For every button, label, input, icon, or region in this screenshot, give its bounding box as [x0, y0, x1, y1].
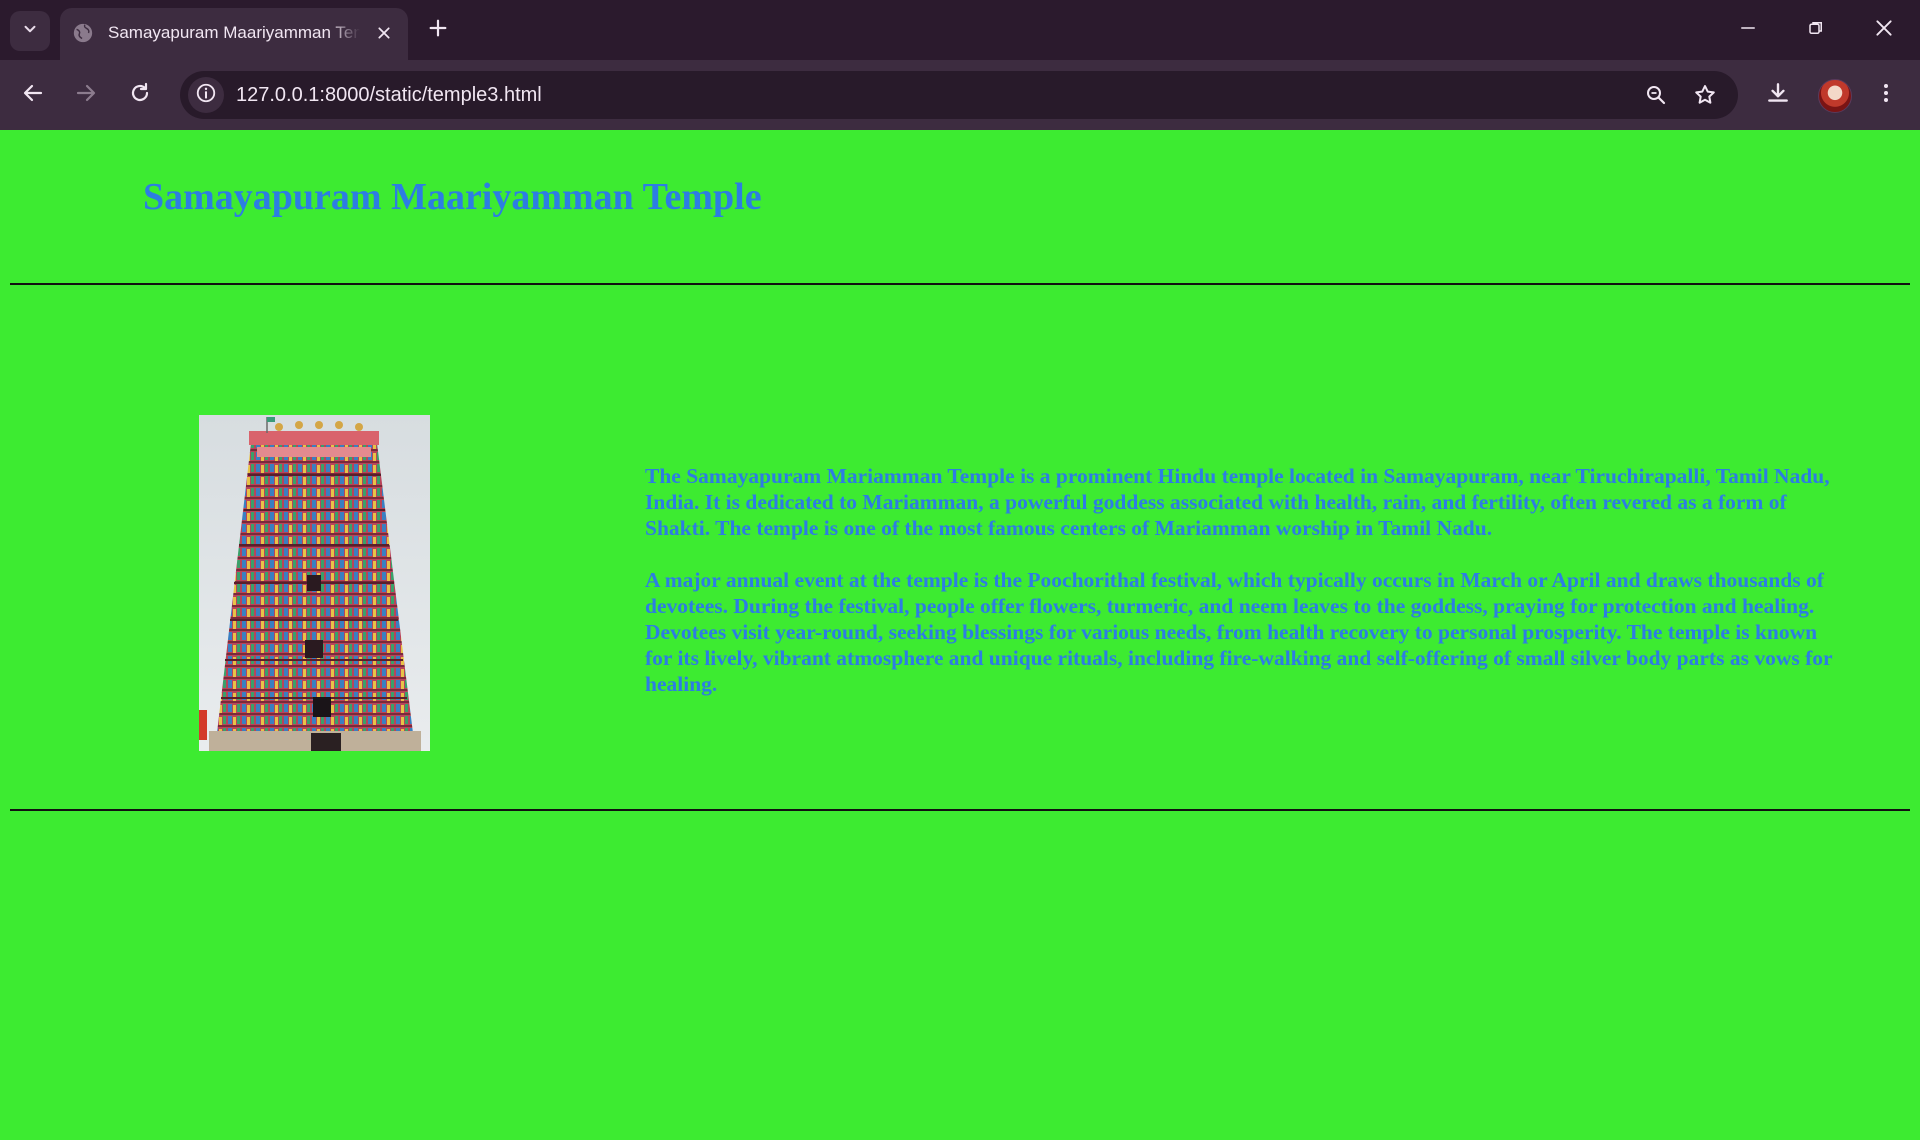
horizontal-divider-bottom [10, 809, 1910, 811]
tab-search-button[interactable] [10, 11, 50, 51]
zoom-icon[interactable] [1640, 79, 1672, 111]
bookmark-star-icon[interactable] [1689, 79, 1721, 111]
downloads-button[interactable] [1758, 75, 1798, 115]
horizontal-divider-top [10, 283, 1910, 285]
menu-icon [1874, 81, 1898, 110]
close-icon [1874, 18, 1894, 43]
browser-menu-button[interactable] [1866, 75, 1906, 115]
description-paragraph-2: A major annual event at the temple is th… [645, 568, 1833, 696]
page-title: Samayapuram Maariyamman Temple [143, 176, 762, 218]
reload-icon [128, 81, 152, 110]
description-paragraph-1: The Samayapuram Mariamman Temple is a pr… [645, 464, 1830, 540]
minimize-button[interactable] [1728, 10, 1768, 50]
reload-button[interactable] [120, 75, 160, 115]
info-icon [195, 82, 217, 109]
download-icon [1765, 80, 1791, 111]
browser-tab-active[interactable]: Samayapuram Maariyamman Temple [60, 8, 408, 60]
temple-description: The Samayapuram Mariamman Temple is a pr… [645, 463, 1845, 697]
temple-gopuram-image [199, 415, 430, 751]
url-text[interactable]: 127.0.0.1:8000/static/temple3.html [236, 82, 542, 108]
restore-button[interactable] [1796, 10, 1836, 50]
avatar[interactable] [1818, 79, 1852, 113]
address-bar[interactable]: 127.0.0.1:8000/static/temple3.html [180, 71, 1738, 119]
site-info-button[interactable] [188, 77, 224, 113]
browser-tab-strip: Samayapuram Maariyamman Temple [0, 0, 1920, 60]
restore-icon [1807, 19, 1825, 42]
minimize-icon [1739, 19, 1757, 42]
close-window-button[interactable] [1864, 10, 1904, 50]
new-tab-button[interactable] [424, 16, 452, 44]
back-icon [21, 81, 45, 110]
tab-title: Samayapuram Maariyamman Temple [108, 23, 360, 42]
chevron-down-icon [21, 20, 39, 43]
close-tab-icon[interactable] [372, 21, 396, 45]
browser-toolbar: 127.0.0.1:8000/static/temple3.html [0, 60, 1920, 130]
plus-icon [427, 17, 449, 44]
forward-icon [74, 81, 98, 110]
globe-icon [72, 22, 94, 44]
back-button[interactable] [13, 75, 53, 115]
forward-button[interactable] [66, 75, 106, 115]
